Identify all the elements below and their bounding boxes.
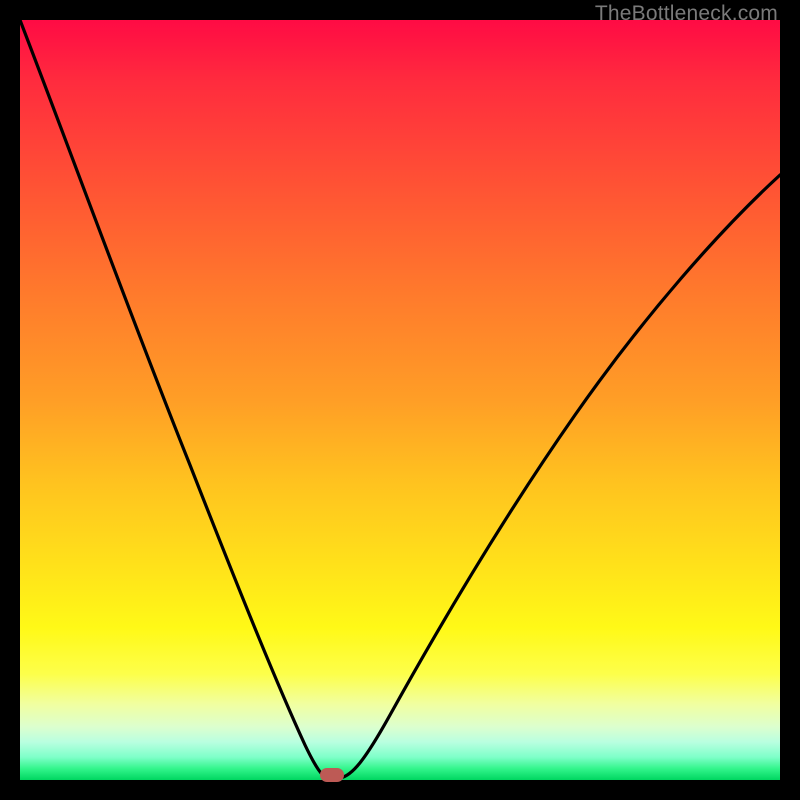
optimal-marker bbox=[320, 768, 344, 782]
watermark-text: TheBottleneck.com bbox=[595, 2, 778, 26]
bottleneck-curve bbox=[20, 20, 780, 780]
curve-path bbox=[20, 20, 780, 778]
chart-frame bbox=[20, 20, 780, 780]
